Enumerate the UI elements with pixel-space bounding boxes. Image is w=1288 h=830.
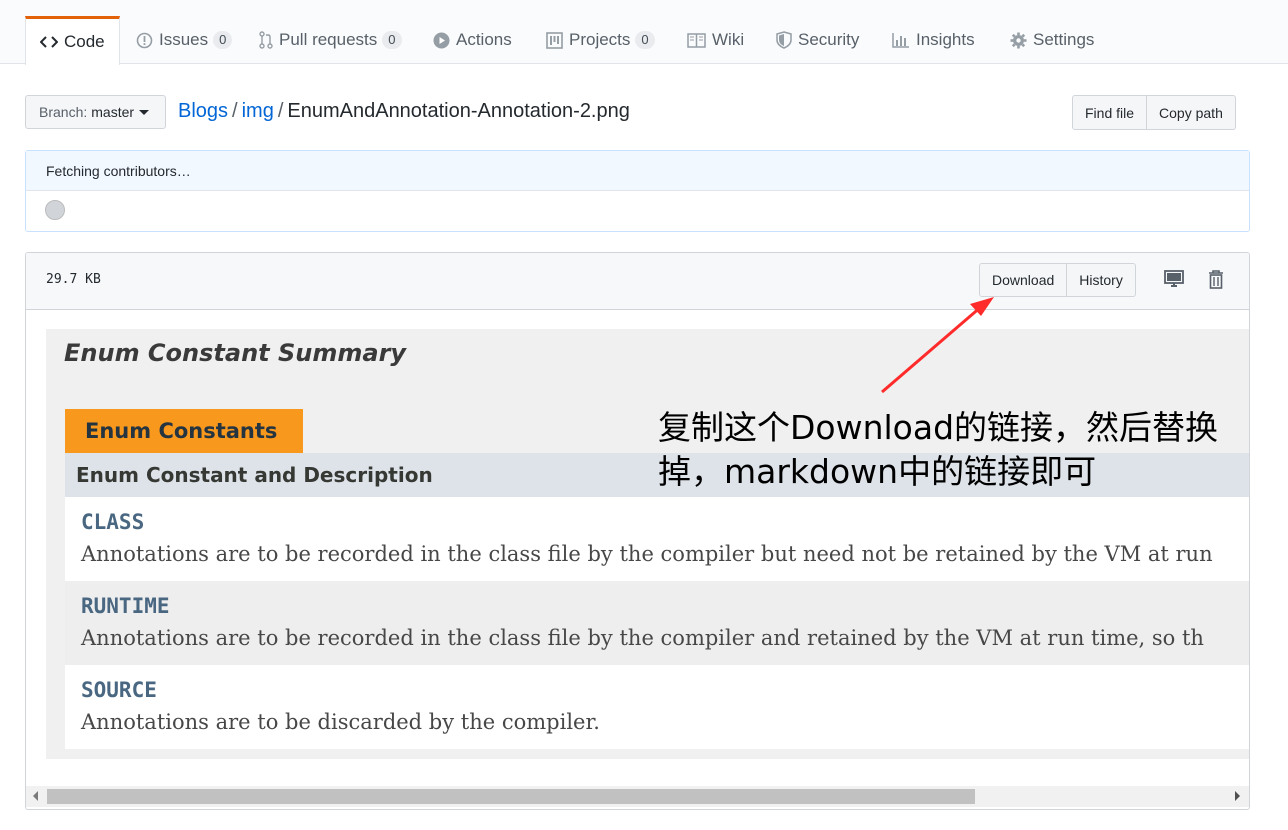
tab-settings[interactable]: Settings: [1010, 16, 1094, 64]
history-button[interactable]: History: [1067, 263, 1136, 297]
pull-request-icon: [259, 31, 273, 49]
breadcrumb-repo-link[interactable]: Blogs: [178, 100, 228, 122]
tab-insights-label: Insights: [916, 30, 975, 49]
horizontal-scrollbar[interactable]: [26, 786, 1249, 807]
book-icon: [687, 32, 706, 48]
tab-pull-requests-label: Pull requests: [279, 30, 378, 49]
enum-name: RUNTIME: [81, 594, 170, 618]
tab-actions-label: Actions: [456, 30, 512, 49]
graph-icon: [892, 32, 910, 48]
image-preview: Enum Constant Summary Enum Constants Enu…: [46, 329, 1249, 759]
table-row: RUNTIME Annotations are to be recorded i…: [65, 581, 1249, 665]
trash-icon[interactable]: [1205, 268, 1227, 290]
file-buttons: Download History: [979, 263, 1136, 297]
project-icon: [546, 31, 563, 49]
file-size: 29.7 KB: [46, 272, 101, 287]
tab-issues[interactable]: Issues 0: [136, 16, 233, 64]
projects-counter: 0: [635, 31, 655, 49]
tab-code-label: Code: [64, 32, 105, 51]
breadcrumb-file: EnumAndAnnotation-Annotation-2.png: [287, 100, 630, 122]
file-header: 29.7 KB Download History: [26, 253, 1249, 310]
tab-pull-requests[interactable]: Pull requests 0: [259, 16, 402, 64]
tab-wiki-label: Wiki: [712, 30, 745, 49]
desktop-icon[interactable]: [1163, 268, 1185, 290]
contributors-status: Fetching contributors…: [26, 151, 1249, 191]
branch-label: Branch:: [39, 104, 88, 120]
table-row: CLASS Annotations are to be recorded in …: [65, 497, 1249, 581]
issue-icon: [136, 32, 153, 49]
tab-settings-label: Settings: [1033, 30, 1095, 49]
annotation-text: 复制这个Download的链接，然后替换掉，markdown中的链接即可: [658, 408, 1219, 491]
tab-issues-label: Issues: [159, 30, 209, 49]
file-actions: Find file Copy path: [1072, 95, 1236, 130]
scroll-left-icon[interactable]: [33, 791, 38, 801]
tab-actions[interactable]: Actions: [433, 16, 512, 64]
scroll-thumb[interactable]: [47, 789, 975, 804]
pull-requests-counter: 0: [382, 31, 402, 49]
enum-name: SOURCE: [81, 678, 157, 702]
contributors-box: Fetching contributors…: [25, 150, 1250, 232]
breadcrumb-folder-link[interactable]: img: [242, 100, 274, 122]
repo-nav: Code Issues 0 Pull requests 0 Actions Pr…: [0, 0, 1288, 65]
play-icon: [433, 32, 450, 49]
scroll-right-icon[interactable]: [1235, 791, 1240, 801]
breadcrumb: Blogs / img / EnumAndAnnotation-Annotation-2…: [178, 100, 630, 123]
tab-security[interactable]: Security: [776, 16, 859, 64]
enum-name: CLASS: [81, 510, 145, 534]
download-button[interactable]: Download: [979, 263, 1068, 297]
enum-description: Annotations are to be discarded by the c…: [81, 710, 600, 734]
tab-projects-label: Projects: [569, 30, 631, 49]
find-file-button[interactable]: Find file: [1072, 95, 1148, 130]
gear-icon: [1010, 32, 1027, 49]
breadcrumb-separator: /: [232, 100, 238, 122]
enum-summary-title: Enum Constant Summary: [64, 339, 407, 367]
tab-insights[interactable]: Insights: [892, 16, 975, 64]
code-icon: [40, 35, 58, 49]
branch-selector[interactable]: Branch: master: [25, 95, 166, 129]
breadcrumb-separator: /: [277, 100, 284, 122]
tab-code[interactable]: Code: [25, 16, 120, 65]
issues-counter: 0: [213, 31, 233, 49]
tab-projects[interactable]: Projects 0: [546, 16, 655, 64]
copy-path-button[interactable]: Copy path: [1147, 95, 1236, 130]
branch-value: master: [91, 104, 135, 120]
shield-icon: [776, 31, 792, 49]
table-row: SOURCE Annotations are to be discarded b…: [65, 665, 1249, 749]
enum-description: Annotations are to be recorded in the cl…: [81, 626, 1204, 650]
file-viewer: 29.7 KB Download History Enum Constant S…: [25, 252, 1250, 810]
tab-security-label: Security: [798, 30, 860, 49]
avatar[interactable]: [45, 200, 65, 220]
enum-description: Annotations are to be recorded in the cl…: [81, 542, 1213, 566]
tab-wiki[interactable]: Wiki: [687, 16, 744, 64]
enum-constants-tab: Enum Constants: [65, 409, 303, 453]
caret-down-icon: [139, 109, 150, 115]
